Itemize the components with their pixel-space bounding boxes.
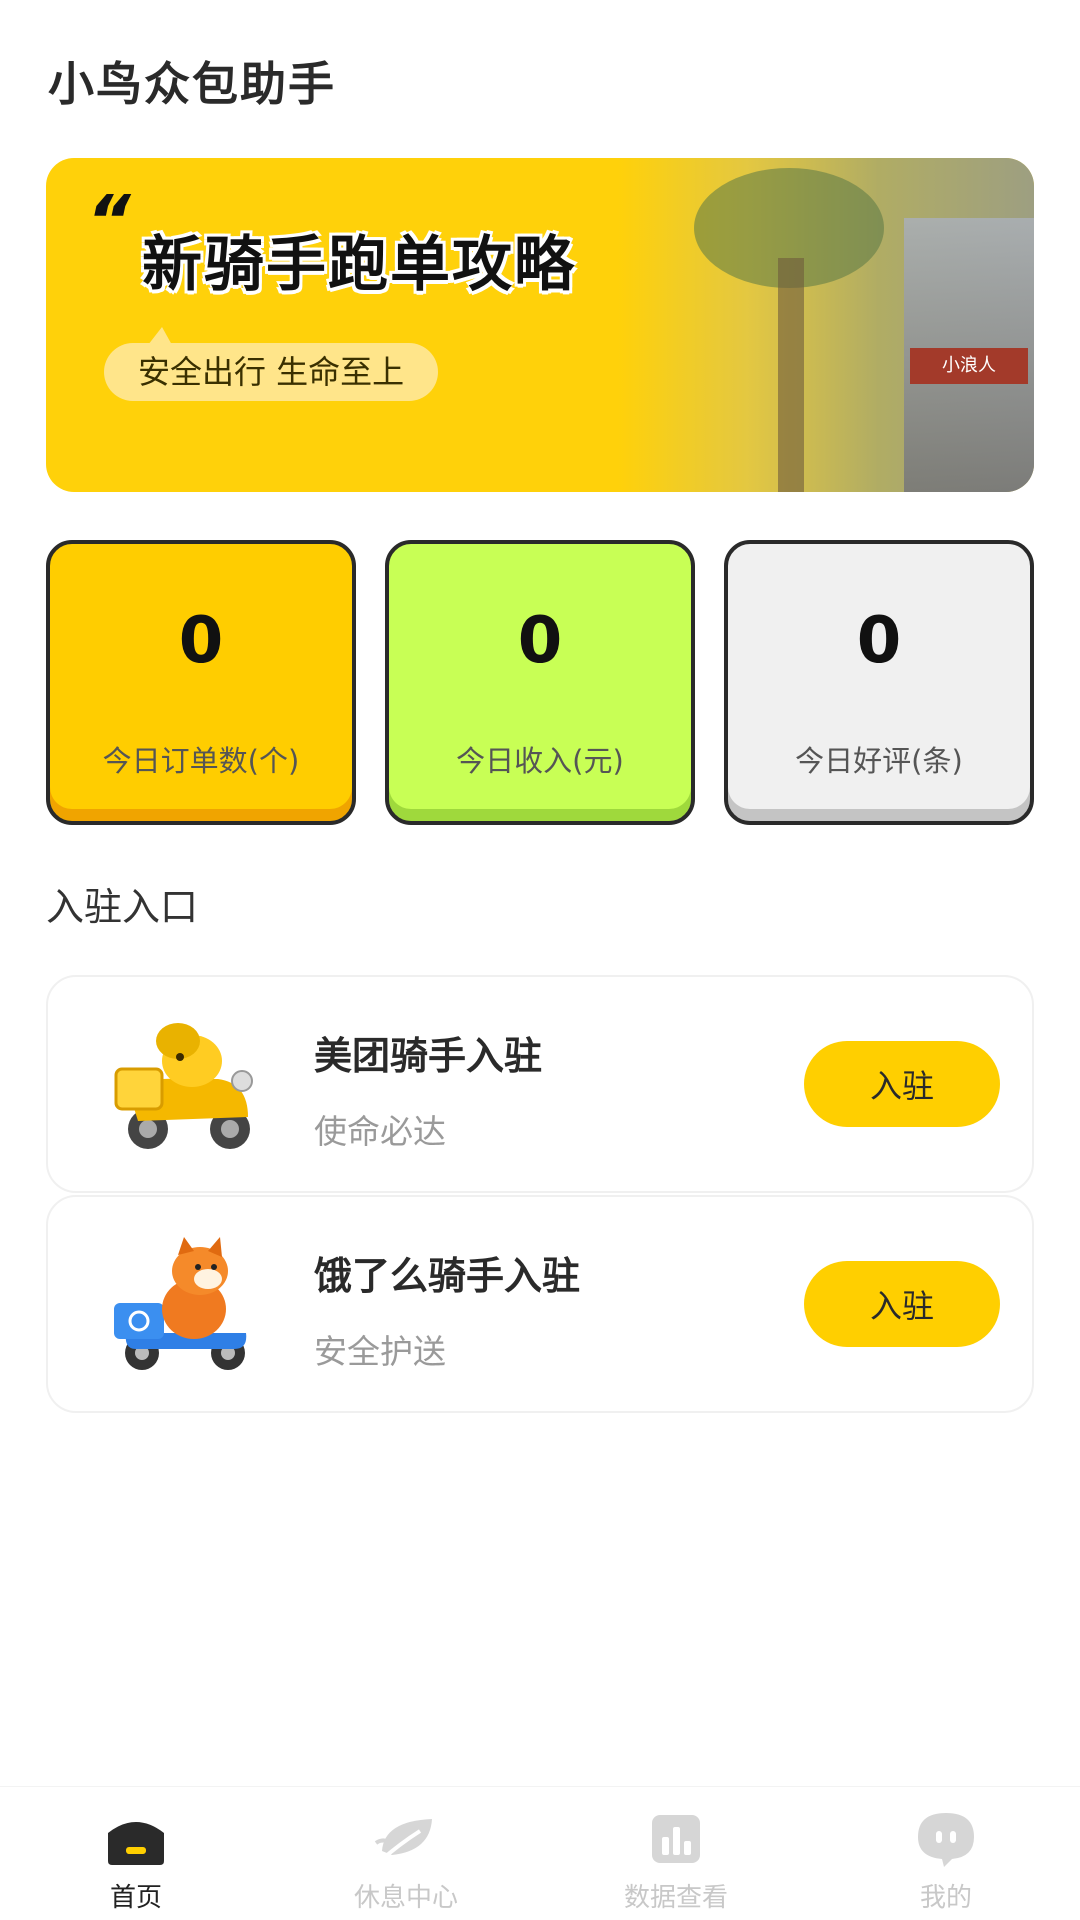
nav-item-home[interactable]: 首页 [36,1787,236,1920]
stat-card-income[interactable]: 0 今日收入(元) [385,540,695,825]
stat-value: 0 [856,604,902,678]
orange-shiba-blue-scooter-icon [114,1237,247,1370]
stat-label: 今日订单数(个) [102,744,300,778]
bar-chart-icon [652,1815,700,1863]
banner-photo: 小浪人 [514,158,1034,492]
stat-label: 今日好评(条) [795,744,963,778]
entry-name: 饿了么骑手入驻 [314,1254,581,1298]
nav-label: 数据查看 [623,1883,728,1913]
today-stats: 0 今日订单数(个) 0 今日收入(元) 0 今日好评(条) [46,540,1034,825]
banner-subtitle: 安全出行 生命至上 [104,327,439,401]
bottom-nav: 首页 休息中心 数据查看 我的 [0,1786,1080,1920]
leaf-icon [374,1819,432,1865]
chat-bubble-icon [918,1813,974,1867]
app-title: 小鸟众包助手 [48,57,336,111]
stat-value: 0 [517,604,563,678]
nav-label: 我的 [919,1883,972,1913]
nav-item-mine[interactable]: 我的 [846,1787,1046,1920]
banner-headline: 新骑手跑单攻略 [142,230,576,300]
stat-card-reviews[interactable]: 0 今日好评(条) [724,540,1034,825]
stat-value: 0 [178,604,224,678]
entry-name: 美团骑手入驻 [314,1034,543,1078]
stat-card-orders[interactable]: 0 今日订单数(个) [46,540,356,825]
nav-label: 休息中心 [353,1883,458,1913]
tree-trunk-image [778,258,804,492]
storefront-image: 小浪人 [904,218,1034,492]
yellow-kangaroo-scooter-icon [114,1023,253,1149]
nav-item-data-view[interactable]: 数据查看 [576,1787,776,1920]
section-title: 入驻入口 [46,885,199,929]
join-button-eleme[interactable]: 入驻 [804,1261,1000,1347]
entry-card-eleme[interactable]: 饿了么骑手入驻 安全护送 入驻 [46,1195,1034,1413]
promo-banner[interactable]: 小浪人 “ 新骑手跑单攻略 安全出行 生命至上 [46,158,1034,492]
shop-sign: 小浪人 [910,348,1028,384]
entry-card-meituan[interactable]: 美团骑手入驻 使命必达 入驻 [46,975,1034,1193]
nav-label: 首页 [109,1883,162,1913]
entry-desc: 安全护送 [314,1332,446,1371]
entry-desc: 使命必达 [314,1112,446,1151]
stat-label: 今日收入(元) [456,744,624,778]
quote-mark: “ [77,180,141,262]
join-button-meituan[interactable]: 入驻 [804,1041,1000,1127]
home-icon [108,1822,164,1865]
nav-item-rest-center[interactable]: 休息中心 [306,1787,506,1920]
